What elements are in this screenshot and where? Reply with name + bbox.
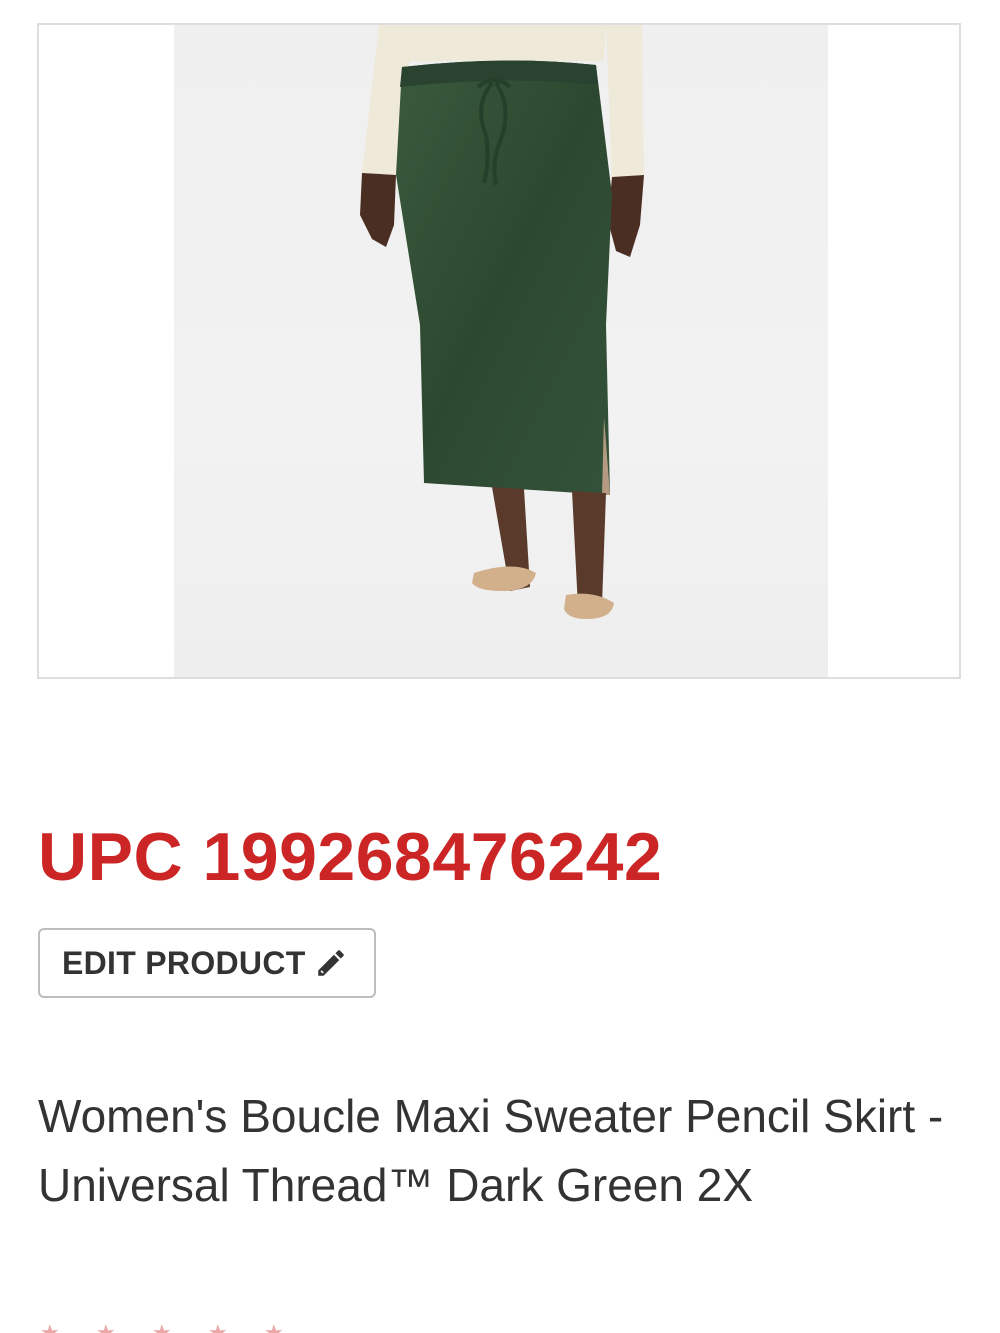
edit-product-label: EDIT PRODUCT	[62, 944, 306, 981]
edit-product-button[interactable]: EDIT PRODUCT	[38, 928, 376, 998]
upc-heading: UPC 199268476242	[38, 819, 663, 895]
product-image-frame[interactable]	[37, 23, 961, 679]
star-icon: ★	[40, 1320, 60, 1333]
product-page: UPC 199268476242 EDIT PRODUCT Women's Bo…	[0, 0, 1000, 1333]
product-image	[174, 25, 828, 677]
star-icon: ★	[208, 1320, 228, 1333]
rating-stars[interactable]: ★ ★ ★ ★ ★	[40, 1322, 286, 1333]
star-icon: ★	[96, 1320, 116, 1333]
pencil-icon	[314, 946, 348, 980]
star-icon: ★	[152, 1320, 172, 1333]
star-icon: ★	[264, 1320, 284, 1333]
product-title: Women's Boucle Maxi Sweater Pencil Skirt…	[38, 1090, 944, 1211]
